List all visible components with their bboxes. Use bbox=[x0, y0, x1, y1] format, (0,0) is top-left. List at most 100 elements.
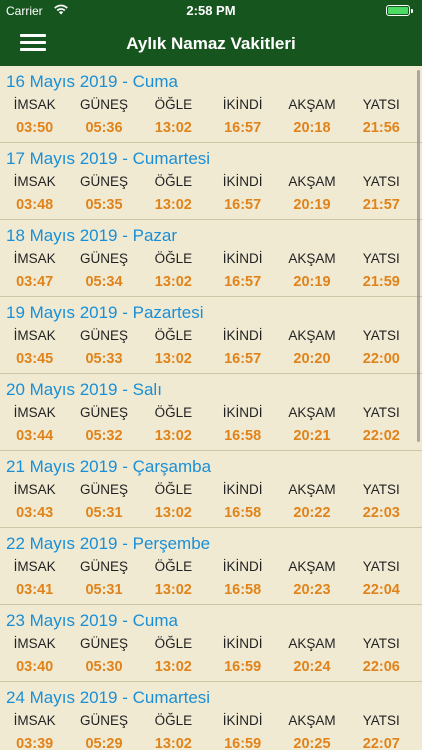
day-date: 21 Mayıs 2019 - Çarşamba bbox=[6, 457, 212, 476]
prayer-label: AKŞAM bbox=[288, 636, 336, 651]
prayer-time: 13:02 bbox=[154, 274, 192, 290]
prayer-label: GÜNEŞ bbox=[79, 405, 128, 420]
prayer-label: GÜNEŞ bbox=[79, 482, 128, 497]
prayer-time: 03:41 bbox=[16, 582, 54, 598]
prayer-time: 20:20 bbox=[293, 351, 331, 367]
list-item[interactable]: 16 Mayıs 2019 - Cuma İMSAK GÜNEŞ ÖĞLE İKİNDİ… bbox=[0, 66, 422, 143]
prayer-time: 21:57 bbox=[362, 197, 400, 213]
prayer-time: 13:02 bbox=[154, 351, 192, 367]
prayer-times-row: 03:50 05:36 13:02 16:57 20:18 21:56 bbox=[0, 120, 416, 136]
prayer-label: YATSI bbox=[362, 97, 400, 112]
prayer-time: 16:57 bbox=[224, 197, 262, 213]
prayer-label: İKİNDİ bbox=[222, 713, 263, 728]
prayer-label: AKŞAM bbox=[288, 559, 336, 574]
prayer-time: 21:59 bbox=[362, 274, 400, 290]
list-item[interactable]: 24 Mayıs 2019 - Cumartesi İMSAK GÜNEŞ ÖĞLE İ… bbox=[0, 682, 422, 750]
prayer-time: 22:03 bbox=[362, 505, 400, 521]
list-item[interactable]: 23 Mayıs 2019 - Cuma İMSAK GÜNEŞ ÖĞLE İKİNDİ… bbox=[0, 605, 422, 682]
prayer-labels-row: İMSAK GÜNEŞ ÖĞLE İKİNDİ AKŞAM YATSI bbox=[0, 251, 416, 266]
prayer-label: ÖĞLE bbox=[154, 636, 193, 651]
prayer-labels-row: İMSAK GÜNEŞ ÖĞLE İKİNDİ AKŞAM YATSI bbox=[0, 174, 416, 189]
prayer-labels-row: İMSAK GÜNEŞ ÖĞLE İKİNDİ AKŞAM YATSI bbox=[0, 559, 416, 574]
prayer-label: YATSI bbox=[362, 251, 400, 266]
prayer-label: ÖĞLE bbox=[154, 405, 193, 420]
prayer-time: 03:50 bbox=[16, 120, 54, 136]
prayer-label: YATSI bbox=[362, 636, 400, 651]
prayer-time: 13:02 bbox=[154, 428, 192, 444]
prayer-label: İKİNDİ bbox=[222, 97, 263, 112]
prayer-label: AKŞAM bbox=[288, 482, 336, 497]
list-item[interactable]: 18 Mayıs 2019 - Pazar İMSAK GÜNEŞ ÖĞLE İKİND… bbox=[0, 220, 422, 297]
prayer-label: AKŞAM bbox=[288, 251, 336, 266]
prayer-time: 03:48 bbox=[16, 197, 54, 213]
prayer-time: 05:35 bbox=[85, 197, 123, 213]
prayer-time: 05:33 bbox=[85, 351, 123, 367]
day-date: 20 Mayıs 2019 - Salı bbox=[6, 380, 162, 399]
prayer-label: YATSI bbox=[362, 713, 400, 728]
prayer-label: YATSI bbox=[362, 174, 400, 189]
prayer-time: 21:56 bbox=[362, 120, 400, 136]
prayer-time: 13:02 bbox=[154, 659, 192, 675]
page-title: Aylık Namaz Vakitleri bbox=[126, 34, 296, 53]
prayer-time: 16:57 bbox=[224, 274, 262, 290]
list-item[interactable]: 20 Mayıs 2019 - Salı İMSAK GÜNEŞ ÖĞLE İKİNDİ… bbox=[0, 374, 422, 451]
prayer-time: 20:18 bbox=[293, 120, 331, 136]
prayer-label: GÜNEŞ bbox=[79, 97, 128, 112]
prayer-time: 16:57 bbox=[224, 351, 262, 367]
prayer-times-row: 03:47 05:34 13:02 16:57 20:19 21:59 bbox=[0, 274, 416, 290]
prayer-time: 22:04 bbox=[362, 582, 400, 598]
prayer-label: GÜNEŞ bbox=[79, 713, 128, 728]
prayer-label: İMSAK bbox=[13, 482, 56, 497]
prayer-time: 13:02 bbox=[154, 197, 192, 213]
prayer-time: 20:25 bbox=[293, 736, 331, 750]
prayer-labels-row: İMSAK GÜNEŞ ÖĞLE İKİNDİ AKŞAM YATSI bbox=[0, 636, 416, 651]
prayer-time: 22:07 bbox=[362, 736, 400, 750]
prayer-label: İKİNDİ bbox=[222, 328, 263, 343]
prayer-label: AKŞAM bbox=[288, 328, 336, 343]
prayer-times-row: 03:40 05:30 13:02 16:59 20:24 22:06 bbox=[0, 659, 416, 675]
prayer-time: 16:57 bbox=[224, 120, 262, 136]
list-item[interactable]: 21 Mayıs 2019 - Çarşamba İMSAK GÜNEŞ ÖĞLE İK… bbox=[0, 451, 422, 528]
prayer-labels-row: İMSAK GÜNEŞ ÖĞLE İKİNDİ AKŞAM YATSI bbox=[0, 405, 416, 420]
prayer-times-row: 03:43 05:31 13:02 16:58 20:22 22:03 bbox=[0, 505, 416, 521]
prayer-time: 05:32 bbox=[85, 428, 123, 444]
prayer-label: GÜNEŞ bbox=[79, 251, 128, 266]
prayer-label: İMSAK bbox=[13, 174, 56, 189]
prayer-label: İMSAK bbox=[13, 559, 56, 574]
prayer-label: İKİNDİ bbox=[222, 405, 263, 420]
list-item[interactable]: 19 Mayıs 2019 - Pazartesi İMSAK GÜNEŞ ÖĞLE İ… bbox=[0, 297, 422, 374]
prayer-time: 20:23 bbox=[293, 582, 331, 598]
prayer-time: 13:02 bbox=[154, 120, 192, 136]
prayer-label: YATSI bbox=[362, 559, 400, 574]
day-date: 19 Mayıs 2019 - Pazartesi bbox=[6, 303, 204, 322]
prayer-label: İMSAK bbox=[13, 251, 56, 266]
prayer-times-row: 03:44 05:32 13:02 16:58 20:21 22:02 bbox=[0, 428, 416, 444]
prayer-label: İMSAK bbox=[13, 636, 56, 651]
prayer-time: 03:43 bbox=[16, 505, 54, 521]
prayer-label: ÖĞLE bbox=[154, 251, 193, 266]
prayer-time: 03:45 bbox=[16, 351, 54, 367]
prayer-time: 16:58 bbox=[224, 428, 262, 444]
prayer-label: GÜNEŞ bbox=[79, 328, 128, 343]
prayer-time: 20:19 bbox=[293, 274, 331, 290]
prayer-label: İMSAK bbox=[13, 713, 56, 728]
prayer-labels-row: İMSAK GÜNEŞ ÖĞLE İKİNDİ AKŞAM YATSI bbox=[0, 328, 416, 343]
prayer-times-row: 03:48 05:35 13:02 16:57 20:19 21:57 bbox=[0, 197, 416, 213]
prayer-time: 16:59 bbox=[224, 659, 262, 675]
prayer-label: İMSAK bbox=[13, 97, 56, 112]
prayer-time: 05:29 bbox=[85, 736, 123, 750]
prayer-times-list[interactable]: 16 Mayıs 2019 - Cuma İMSAK GÜNEŞ ÖĞLE İKİNDİ… bbox=[0, 66, 422, 750]
prayer-time: 22:02 bbox=[362, 428, 400, 444]
scrollbar[interactable] bbox=[417, 70, 420, 442]
prayer-label: GÜNEŞ bbox=[79, 559, 128, 574]
day-date: 23 Mayıs 2019 - Cuma bbox=[6, 611, 178, 630]
prayer-time: 13:02 bbox=[154, 736, 192, 750]
prayer-label: İKİNDİ bbox=[222, 636, 263, 651]
prayer-label: AKŞAM bbox=[288, 97, 336, 112]
navigation-bar: Aylık Namaz Vakitleri bbox=[0, 22, 422, 66]
prayer-label: İMSAK bbox=[13, 328, 56, 343]
list-item[interactable]: 17 Mayıs 2019 - Cumartesi İMSAK GÜNEŞ ÖĞLE İ… bbox=[0, 143, 422, 220]
prayer-label: İKİNDİ bbox=[222, 174, 263, 189]
prayer-label: GÜNEŞ bbox=[79, 174, 128, 189]
list-item[interactable]: 22 Mayıs 2019 - Perşembe İMSAK GÜNEŞ ÖĞLE İK… bbox=[0, 528, 422, 605]
